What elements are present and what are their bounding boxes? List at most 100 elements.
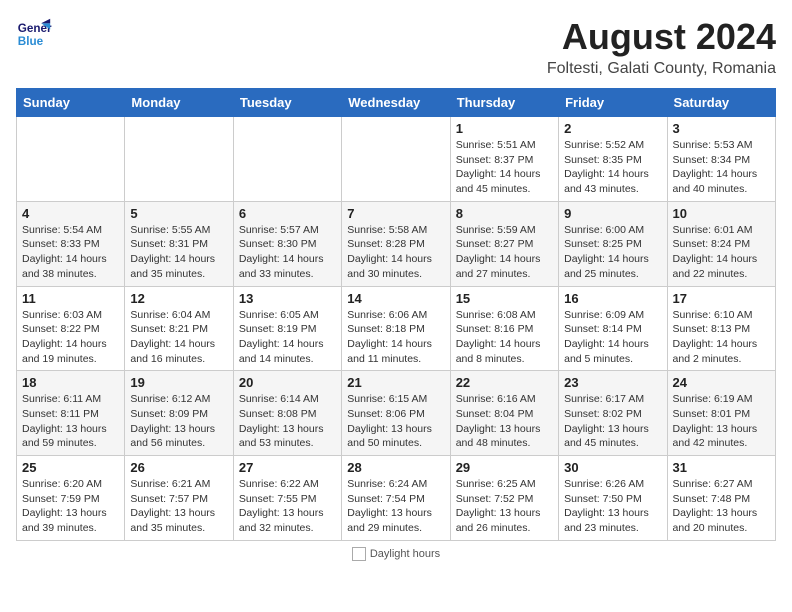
calendar-cell: 17Sunrise: 6:10 AM Sunset: 8:13 PM Dayli… — [667, 286, 775, 371]
calendar-cell: 10 Sunrise: 6:01 AM Sunset: 8:24 PM Dayli… — [667, 201, 775, 286]
day-number: 18 — [22, 375, 119, 390]
day-number: 20 — [239, 375, 336, 390]
calendar-table: SundayMondayTuesdayWednesdayThursdayFrid… — [16, 88, 776, 541]
day-number: 2 — [564, 121, 661, 136]
header: General Blue August 2024 Foltesti, Galat… — [16, 16, 776, 78]
day-number: 28 — [347, 460, 444, 475]
day-info: Sunrise: 6:21 AM Sunset: 7:57 PM Dayligh… — [130, 477, 227, 536]
calendar-cell: 31 Sunrise: 6:27 AM Sunset: 7:48 PM Dayli… — [667, 456, 775, 541]
day-info: Sunrise: 5:51 AM Sunset: 8:37 PM Dayligh… — [456, 138, 553, 197]
day-number: 6 — [239, 206, 336, 221]
subtitle: Foltesti, Galati County, Romania — [547, 60, 776, 78]
calendar-cell: 5Sunrise: 5:55 AM Sunset: 8:31 PM Daylig… — [125, 201, 233, 286]
calendar-header-row: SundayMondayTuesdayWednesdayThursdayFrid… — [17, 89, 776, 117]
calendar-cell — [342, 117, 450, 202]
day-info: Sunrise: 5:55 AM Sunset: 8:31 PM Dayligh… — [130, 223, 227, 282]
calendar-cell: 2 Sunrise: 5:52 AM Sunset: 8:35 PM Daylig… — [559, 117, 667, 202]
day-info: Sunrise: 6:00 AM Sunset: 8:25 PM Dayligh… — [564, 223, 661, 282]
calendar-cell: 9 Sunrise: 6:00 AM Sunset: 8:25 PM Daylig… — [559, 201, 667, 286]
title-area: August 2024 Foltesti, Galati County, Rom… — [547, 16, 776, 78]
day-info: Sunrise: 6:01 AM Sunset: 8:24 PM Dayligh… — [673, 223, 770, 282]
day-info: Sunrise: 6:27 AM Sunset: 7:48 PM Dayligh… — [673, 477, 770, 536]
day-info: Sunrise: 6:09 AM Sunset: 8:14 PM Dayligh… — [564, 308, 661, 367]
calendar-header-tuesday: Tuesday — [233, 89, 341, 117]
day-number: 4 — [22, 206, 119, 221]
day-info: Sunrise: 6:26 AM Sunset: 7:50 PM Dayligh… — [564, 477, 661, 536]
day-number: 31 — [673, 460, 770, 475]
day-info: Sunrise: 6:16 AM Sunset: 8:04 PM Dayligh… — [456, 392, 553, 451]
calendar-cell: 28Sunrise: 6:24 AM Sunset: 7:54 PM Dayli… — [342, 456, 450, 541]
calendar-cell: 26 Sunrise: 6:21 AM Sunset: 7:57 PM Dayli… — [125, 456, 233, 541]
day-info: Sunrise: 6:20 AM Sunset: 7:59 PM Dayligh… — [22, 477, 119, 536]
calendar-header-friday: Friday — [559, 89, 667, 117]
calendar-week-row: 18 Sunrise: 6:11 AM Sunset: 8:11 PM Dayli… — [17, 371, 776, 456]
calendar-cell: 23 Sunrise: 6:17 AM Sunset: 8:02 PM Dayli… — [559, 371, 667, 456]
day-number: 27 — [239, 460, 336, 475]
calendar-cell: 30 Sunrise: 6:26 AM Sunset: 7:50 PM Dayli… — [559, 456, 667, 541]
calendar-cell: 11Sunrise: 6:03 AM Sunset: 8:22 PM Dayli… — [17, 286, 125, 371]
calendar-cell: 3 Sunrise: 5:53 AM Sunset: 8:34 PM Daylig… — [667, 117, 775, 202]
calendar-cell — [125, 117, 233, 202]
day-number: 23 — [564, 375, 661, 390]
calendar-cell: 19Sunrise: 6:12 AM Sunset: 8:09 PM Dayli… — [125, 371, 233, 456]
day-info: Sunrise: 5:52 AM Sunset: 8:35 PM Dayligh… — [564, 138, 661, 197]
day-number: 1 — [456, 121, 553, 136]
calendar-header-thursday: Thursday — [450, 89, 558, 117]
calendar-cell: 18 Sunrise: 6:11 AM Sunset: 8:11 PM Dayli… — [17, 371, 125, 456]
day-info: Sunrise: 5:54 AM Sunset: 8:33 PM Dayligh… — [22, 223, 119, 282]
calendar-week-row: 25 Sunrise: 6:20 AM Sunset: 7:59 PM Dayli… — [17, 456, 776, 541]
day-number: 7 — [347, 206, 444, 221]
day-info: Sunrise: 5:53 AM Sunset: 8:34 PM Dayligh… — [673, 138, 770, 197]
calendar-cell: 14Sunrise: 6:06 AM Sunset: 8:18 PM Dayli… — [342, 286, 450, 371]
calendar-cell: 25 Sunrise: 6:20 AM Sunset: 7:59 PM Dayli… — [17, 456, 125, 541]
calendar-cell — [233, 117, 341, 202]
day-info: Sunrise: 6:19 AM Sunset: 8:01 PM Dayligh… — [673, 392, 770, 451]
day-number: 21 — [347, 375, 444, 390]
day-info: Sunrise: 6:05 AM Sunset: 8:19 PM Dayligh… — [239, 308, 336, 367]
day-info: Sunrise: 6:04 AM Sunset: 8:21 PM Dayligh… — [130, 308, 227, 367]
logo-icon: General Blue — [16, 16, 52, 52]
day-info: Sunrise: 6:14 AM Sunset: 8:08 PM Dayligh… — [239, 392, 336, 451]
day-info: Sunrise: 6:08 AM Sunset: 8:16 PM Dayligh… — [456, 308, 553, 367]
day-number: 14 — [347, 291, 444, 306]
calendar-week-row: 1 Sunrise: 5:51 AM Sunset: 8:37 PM Daylig… — [17, 117, 776, 202]
day-number: 17 — [673, 291, 770, 306]
daylight-label: Daylight hours — [370, 548, 440, 560]
legend-color-box — [352, 547, 366, 561]
calendar-week-row: 4 Sunrise: 5:54 AM Sunset: 8:33 PM Daylig… — [17, 201, 776, 286]
calendar-header-monday: Monday — [125, 89, 233, 117]
day-number: 16 — [564, 291, 661, 306]
day-info: Sunrise: 6:11 AM Sunset: 8:11 PM Dayligh… — [22, 392, 119, 451]
calendar-header-saturday: Saturday — [667, 89, 775, 117]
day-info: Sunrise: 6:25 AM Sunset: 7:52 PM Dayligh… — [456, 477, 553, 536]
day-number: 11 — [22, 291, 119, 306]
day-number: 25 — [22, 460, 119, 475]
day-info: Sunrise: 5:58 AM Sunset: 8:28 PM Dayligh… — [347, 223, 444, 282]
footer: Daylight hours — [16, 547, 776, 561]
main-title: August 2024 — [547, 16, 776, 58]
day-number: 12 — [130, 291, 227, 306]
calendar-cell: 8Sunrise: 5:59 AM Sunset: 8:27 PM Daylig… — [450, 201, 558, 286]
calendar-cell: 20 Sunrise: 6:14 AM Sunset: 8:08 PM Dayli… — [233, 371, 341, 456]
calendar-cell: 29Sunrise: 6:25 AM Sunset: 7:52 PM Dayli… — [450, 456, 558, 541]
calendar-header-wednesday: Wednesday — [342, 89, 450, 117]
day-number: 26 — [130, 460, 227, 475]
day-number: 10 — [673, 206, 770, 221]
svg-text:Blue: Blue — [18, 35, 44, 48]
day-info: Sunrise: 6:12 AM Sunset: 8:09 PM Dayligh… — [130, 392, 227, 451]
calendar-cell: 12 Sunrise: 6:04 AM Sunset: 8:21 PM Dayli… — [125, 286, 233, 371]
day-number: 22 — [456, 375, 553, 390]
day-number: 9 — [564, 206, 661, 221]
calendar-cell: 7 Sunrise: 5:58 AM Sunset: 8:28 PM Daylig… — [342, 201, 450, 286]
day-number: 3 — [673, 121, 770, 136]
daylight-legend: Daylight hours — [352, 547, 440, 561]
day-info: Sunrise: 6:22 AM Sunset: 7:55 PM Dayligh… — [239, 477, 336, 536]
day-info: Sunrise: 6:17 AM Sunset: 8:02 PM Dayligh… — [564, 392, 661, 451]
calendar-cell: 21Sunrise: 6:15 AM Sunset: 8:06 PM Dayli… — [342, 371, 450, 456]
day-info: Sunrise: 5:57 AM Sunset: 8:30 PM Dayligh… — [239, 223, 336, 282]
calendar-cell: 15Sunrise: 6:08 AM Sunset: 8:16 PM Dayli… — [450, 286, 558, 371]
calendar-week-row: 11Sunrise: 6:03 AM Sunset: 8:22 PM Dayli… — [17, 286, 776, 371]
calendar-cell: 6 Sunrise: 5:57 AM Sunset: 8:30 PM Daylig… — [233, 201, 341, 286]
day-number: 30 — [564, 460, 661, 475]
day-number: 8 — [456, 206, 553, 221]
